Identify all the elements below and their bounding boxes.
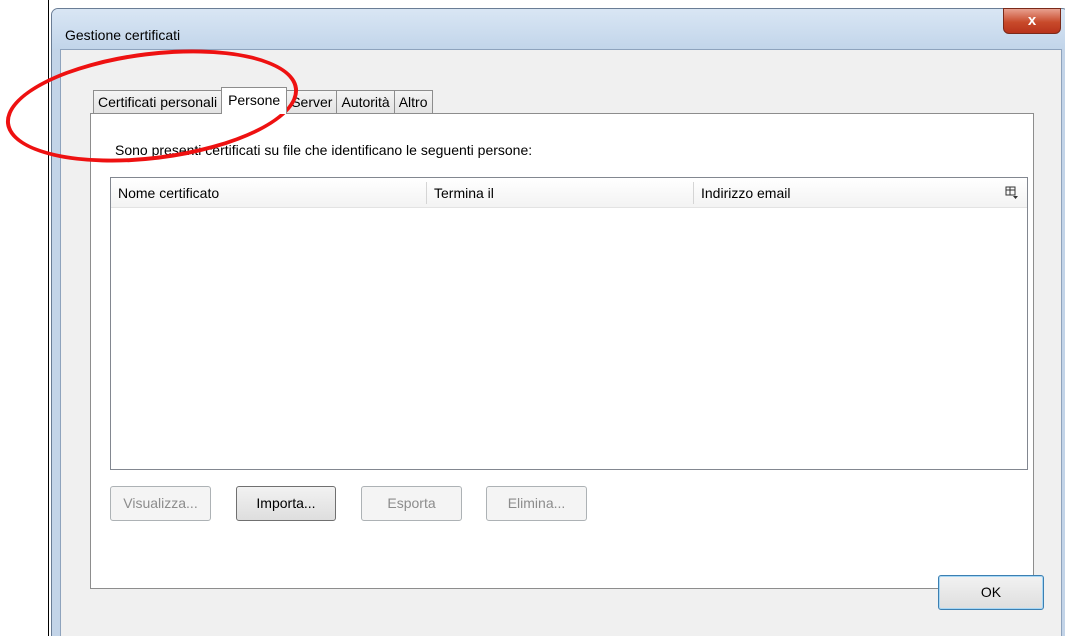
window-title: Gestione certificati	[65, 27, 181, 43]
tab-certificati-personali[interactable]: Certificati personali	[93, 90, 223, 114]
ok-button[interactable]: OK	[938, 575, 1044, 610]
column-header-expires[interactable]: Termina il	[427, 178, 692, 208]
view-button[interactable]: Visualizza...	[110, 486, 211, 521]
import-button[interactable]: Importa...	[236, 486, 336, 521]
screenshot: Gestione certificati x Certificati perso…	[0, 0, 1065, 636]
column-header-name[interactable]: Nome certificato	[111, 178, 425, 208]
tab-panel-persone: Sono presenti certificati su file che id…	[90, 113, 1034, 589]
export-button[interactable]: Esporta	[361, 486, 462, 521]
certificate-list-header: Nome certificato Termina il Indirizzo em…	[111, 178, 1027, 208]
column-header-email[interactable]: Indirizzo email	[694, 178, 994, 208]
delete-button[interactable]: Elimina...	[486, 486, 587, 521]
close-icon: x	[1027, 12, 1037, 29]
frame-edge	[48, 0, 49, 636]
close-button[interactable]: x	[1003, 8, 1061, 34]
title-bar[interactable]: Gestione certificati x	[52, 8, 1065, 49]
tab-strip: Certificati personali Persone Server Aut…	[93, 87, 433, 114]
tab-persone[interactable]: Persone	[221, 87, 288, 114]
certificate-list[interactable]: Nome certificato Termina il Indirizzo em…	[110, 177, 1028, 470]
panel-description: Sono presenti certificati su file che id…	[115, 142, 533, 158]
tab-server[interactable]: Server	[286, 90, 338, 114]
tab-altro[interactable]: Altro	[393, 90, 433, 114]
certificate-manager-dialog: Gestione certificati x Certificati perso…	[51, 8, 1065, 636]
column-picker-icon[interactable]	[1005, 186, 1019, 200]
tab-autorita[interactable]: Autorità	[336, 90, 395, 114]
dialog-client-area: Certificati personali Persone Server Aut…	[60, 49, 1062, 636]
